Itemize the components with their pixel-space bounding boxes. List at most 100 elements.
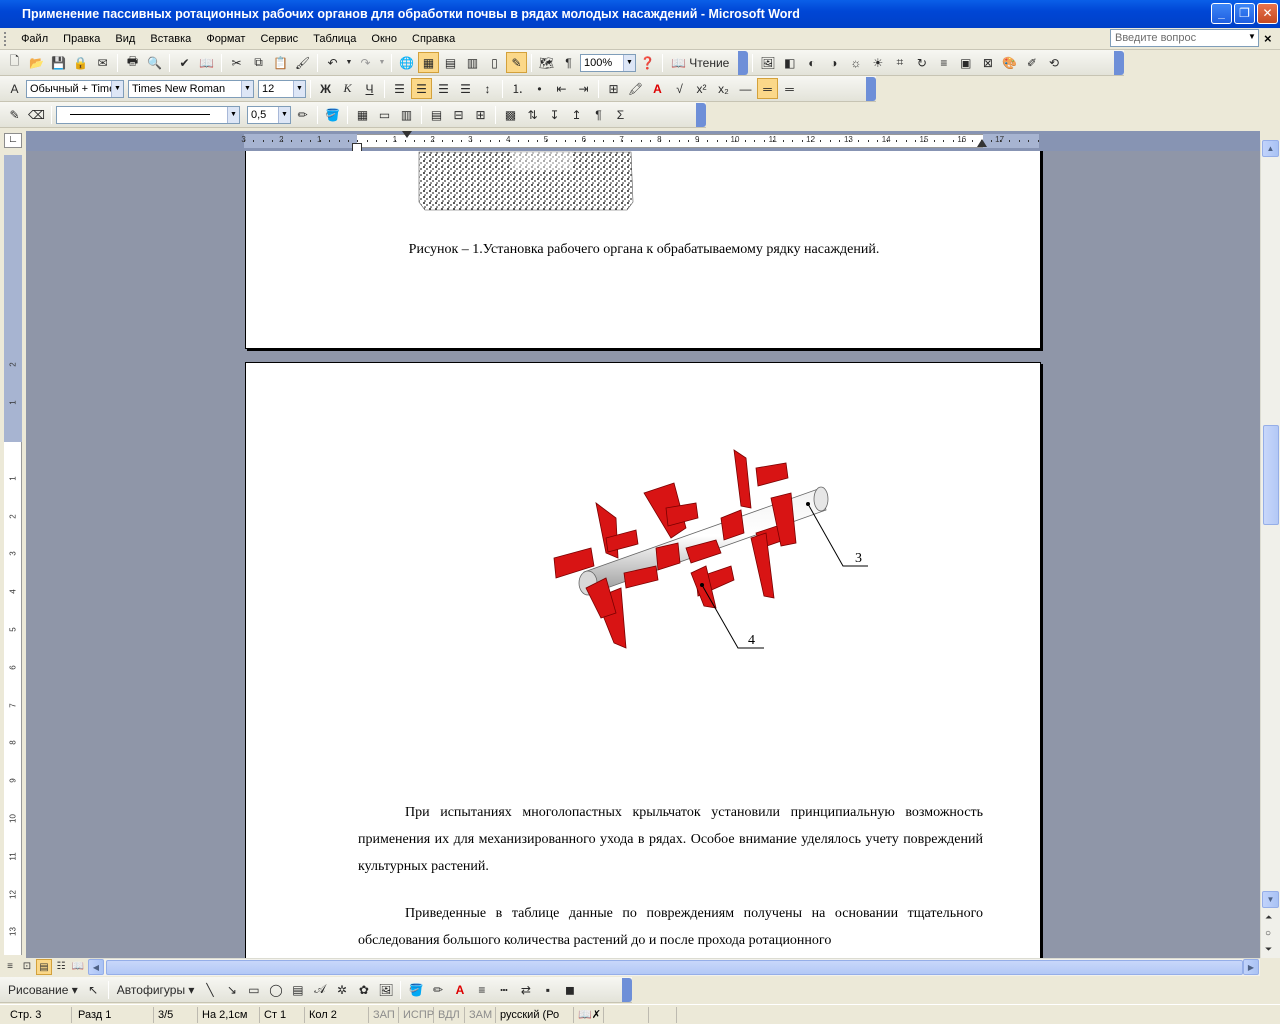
align-center-icon[interactable]: ☰ bbox=[411, 78, 432, 99]
text-direction-icon[interactable]: ⇅ bbox=[522, 104, 543, 125]
eraser-icon[interactable]: ⌫ bbox=[26, 104, 47, 125]
vertical-scroll-thumb[interactable] bbox=[1263, 425, 1279, 525]
wordart-icon[interactable]: 𝒜 bbox=[309, 979, 330, 1000]
phonetic-icon[interactable]: √ bbox=[669, 78, 690, 99]
diagram-icon[interactable]: ✲ bbox=[331, 979, 352, 1000]
status-record[interactable]: ЗАП bbox=[369, 1006, 399, 1023]
select-objects-icon[interactable]: ↖ bbox=[83, 979, 104, 1000]
draw-table-icon[interactable]: ✎ bbox=[4, 104, 25, 125]
scroll-down-icon[interactable]: ▼ bbox=[1262, 891, 1279, 908]
text-wrap-icon[interactable]: ⊠ bbox=[977, 52, 998, 73]
hyperlink-icon[interactable]: 🌐 bbox=[396, 52, 417, 73]
font-color-icon[interactable]: A bbox=[449, 979, 470, 1000]
chevron-down-icon[interactable]: ▼ bbox=[1248, 32, 1256, 41]
rectangle-tool-icon[interactable]: ▭ bbox=[243, 979, 264, 1000]
arrow-tool-icon[interactable]: ↘ bbox=[221, 979, 242, 1000]
increase-indent-icon[interactable]: ⇥ bbox=[573, 78, 594, 99]
less-contrast-icon[interactable]: ◑ bbox=[823, 52, 844, 73]
new-document-icon[interactable]: 🗋 bbox=[4, 52, 25, 73]
menu-table[interactable]: Таблица bbox=[307, 28, 362, 50]
highlight-icon[interactable]: 🖍 bbox=[625, 78, 646, 99]
italic-button[interactable]: К bbox=[337, 78, 358, 99]
bold-button[interactable]: Ж bbox=[315, 78, 336, 99]
close-button[interactable]: ✕ bbox=[1257, 3, 1278, 24]
table-autoformat-icon[interactable]: ▩ bbox=[500, 104, 521, 125]
shading-icon[interactable]: 🪣 bbox=[322, 104, 343, 125]
line-tool-icon[interactable]: ╲ bbox=[199, 979, 220, 1000]
status-overtype[interactable]: ЗАМ bbox=[465, 1006, 496, 1023]
right-indent-marker[interactable] bbox=[977, 139, 987, 147]
autoshapes-button[interactable]: Автофигуры ▾ bbox=[113, 979, 199, 1000]
drawing-icon[interactable]: ✎ bbox=[506, 52, 527, 73]
line-style-icon[interactable]: ≡ bbox=[471, 979, 492, 1000]
menu-view[interactable]: Вид bbox=[109, 28, 141, 50]
minimize-button[interactable]: _ bbox=[1211, 3, 1232, 24]
scroll-up-icon[interactable]: ▲ bbox=[1262, 140, 1279, 157]
paragraph-mark-icon[interactable]: ¶ bbox=[588, 104, 609, 125]
insert-excel-icon[interactable]: ▥ bbox=[462, 52, 483, 73]
align-right-icon[interactable]: ☰ bbox=[433, 78, 454, 99]
distribute-columns-icon[interactable]: ⊞ bbox=[470, 104, 491, 125]
outline-view-icon[interactable]: ☷ bbox=[53, 959, 69, 975]
decrease-indent-icon[interactable]: ⇤ bbox=[551, 78, 572, 99]
email-icon[interactable]: ✉ bbox=[92, 52, 113, 73]
text-box-icon[interactable]: ▤ bbox=[287, 979, 308, 1000]
columns-icon[interactable]: ▯ bbox=[484, 52, 505, 73]
page-current[interactable]: 3 4 При испытаниях многолопастных крыльч… bbox=[245, 362, 1041, 958]
style-select[interactable]: Обычный + Time ▼ bbox=[26, 79, 124, 98]
clip-art-icon[interactable]: ✿ bbox=[353, 979, 374, 1000]
reset-picture-icon[interactable]: ⟲ bbox=[1043, 52, 1064, 73]
oval-tool-icon[interactable]: ◯ bbox=[265, 979, 286, 1000]
split-cells-icon[interactable]: ▥ bbox=[396, 104, 417, 125]
toolbar-options-icon[interactable] bbox=[696, 102, 706, 127]
previous-page-icon[interactable]: ⏶ bbox=[1265, 912, 1272, 923]
borders-icon[interactable]: ⊞ bbox=[603, 78, 624, 99]
show-formatting-icon[interactable]: ¶ bbox=[558, 52, 579, 73]
draw-menu-button[interactable]: Рисование ▾ bbox=[4, 979, 82, 1000]
close-document-icon[interactable]: × bbox=[1264, 31, 1272, 46]
align-left-icon[interactable]: ☰ bbox=[389, 78, 410, 99]
tables-borders-icon[interactable]: ▦ bbox=[418, 52, 439, 73]
line-style-icon[interactable]: ≡ bbox=[933, 52, 954, 73]
subscript-icon[interactable]: x₂ bbox=[713, 78, 734, 99]
less-brightness-icon[interactable]: ☀ bbox=[867, 52, 888, 73]
print-icon[interactable]: 🖶 bbox=[122, 52, 143, 73]
cut-icon[interactable]: ✂ bbox=[226, 52, 247, 73]
print-preview-icon[interactable]: 🔍 bbox=[144, 52, 165, 73]
line-spacing-icon[interactable]: ↕ bbox=[477, 78, 498, 99]
rotate-icon[interactable]: ↻ bbox=[911, 52, 932, 73]
distributed-icon[interactable]: ═ bbox=[757, 78, 778, 99]
spelling-icon[interactable]: ✔ bbox=[174, 52, 195, 73]
document-map-icon[interactable]: 🗺 bbox=[536, 52, 557, 73]
toolbar-grip-icon[interactable] bbox=[4, 32, 10, 46]
line-icon[interactable]: — bbox=[735, 78, 756, 99]
spelling-status-icon[interactable]: 📖✗ bbox=[574, 1006, 604, 1023]
menu-window[interactable]: Окно bbox=[365, 28, 403, 50]
reading-view-icon[interactable]: 📖 bbox=[70, 959, 86, 975]
justify-icon[interactable]: ☰ bbox=[455, 78, 476, 99]
status-extend[interactable]: ВДЛ bbox=[434, 1006, 465, 1023]
document-workspace[interactable]: Рисунок – 1.Установка рабочего органа к … bbox=[26, 151, 1260, 958]
menu-insert[interactable]: Вставка bbox=[144, 28, 197, 50]
horizontal-scroll-thumb[interactable] bbox=[106, 960, 1243, 975]
normal-view-icon[interactable]: ≡ bbox=[2, 959, 18, 975]
next-page-icon[interactable]: ⏷ bbox=[1265, 944, 1272, 955]
arrow-style-icon[interactable]: ⇄ bbox=[515, 979, 536, 1000]
toolbar-options-icon[interactable] bbox=[1114, 50, 1124, 75]
styles-pane-icon[interactable]: A bbox=[4, 78, 25, 99]
font-size-select[interactable]: 12 ▼ bbox=[258, 79, 306, 98]
insert-table-icon[interactable]: ▤ bbox=[440, 52, 461, 73]
toolbar-options-icon[interactable] bbox=[622, 977, 632, 1002]
insert-picture-icon[interactable]: 🖼 bbox=[757, 52, 778, 73]
chevron-down-icon[interactable]: ▼ bbox=[344, 52, 354, 73]
dash-style-icon[interactable]: ┅ bbox=[493, 979, 514, 1000]
undo-icon[interactable]: ↶ bbox=[322, 52, 343, 73]
align-cell-icon[interactable]: ▤ bbox=[426, 104, 447, 125]
permission-icon[interactable]: 🔒 bbox=[70, 52, 91, 73]
chevron-down-icon[interactable]: ▼ bbox=[377, 52, 387, 73]
reading-mode-button[interactable]: 📖 Чтение bbox=[667, 52, 733, 73]
menu-edit[interactable]: Правка bbox=[57, 28, 106, 50]
status-track-changes[interactable]: ИСПР bbox=[399, 1006, 434, 1023]
research-icon[interactable]: 📖 bbox=[196, 52, 217, 73]
more-contrast-icon[interactable]: ◐ bbox=[801, 52, 822, 73]
